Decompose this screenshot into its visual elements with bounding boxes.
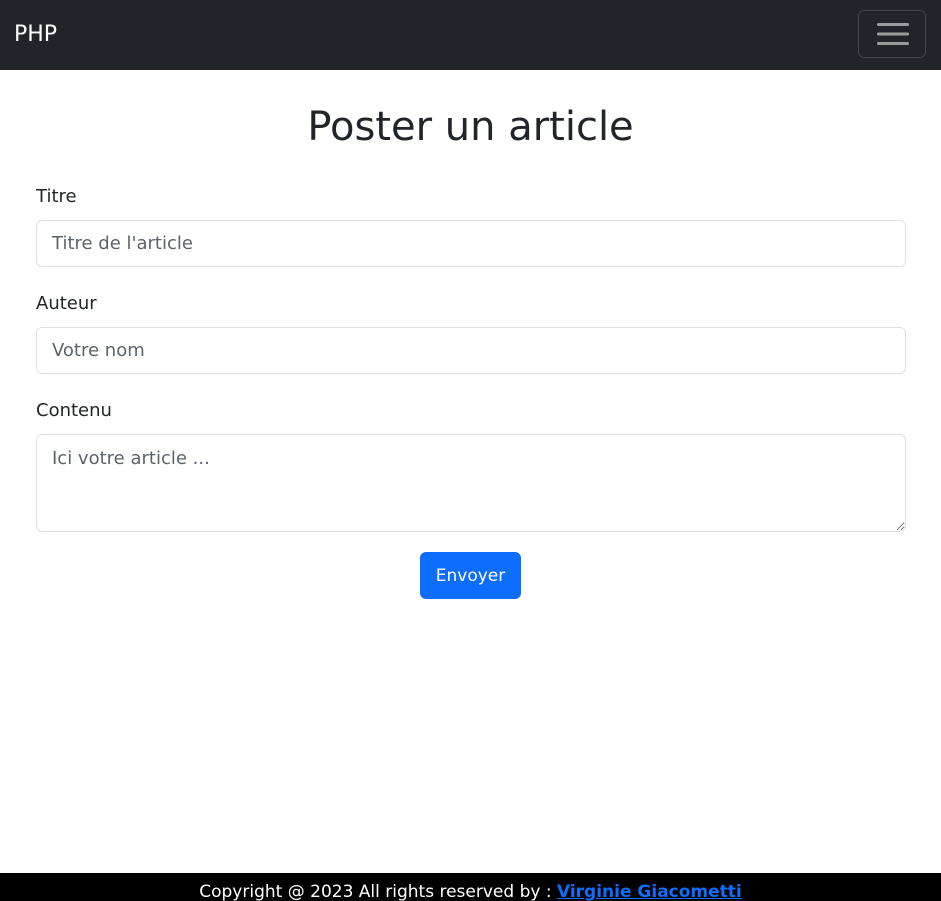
- navbar-toggler-button[interactable]: [858, 10, 926, 58]
- hamburger-menu-icon: [877, 23, 909, 45]
- navbar-brand[interactable]: PHP: [14, 20, 57, 50]
- content-label: Contenu: [36, 400, 112, 421]
- footer: Copyright @ 2023 All rights reserved by …: [0, 873, 941, 901]
- footer-copyright-text: Copyright @ 2023 All rights reserved by …: [199, 882, 557, 901]
- footer-author-link[interactable]: Virginie Giacometti: [557, 882, 742, 901]
- title-input[interactable]: [36, 220, 906, 267]
- content-textarea[interactable]: [36, 434, 906, 532]
- title-label: Titre: [36, 186, 77, 207]
- submit-button[interactable]: Envoyer: [420, 552, 521, 599]
- page-title: Poster un article: [307, 104, 634, 150]
- author-input[interactable]: [36, 327, 906, 374]
- navbar: PHP: [0, 0, 941, 70]
- author-label: Auteur: [36, 293, 97, 314]
